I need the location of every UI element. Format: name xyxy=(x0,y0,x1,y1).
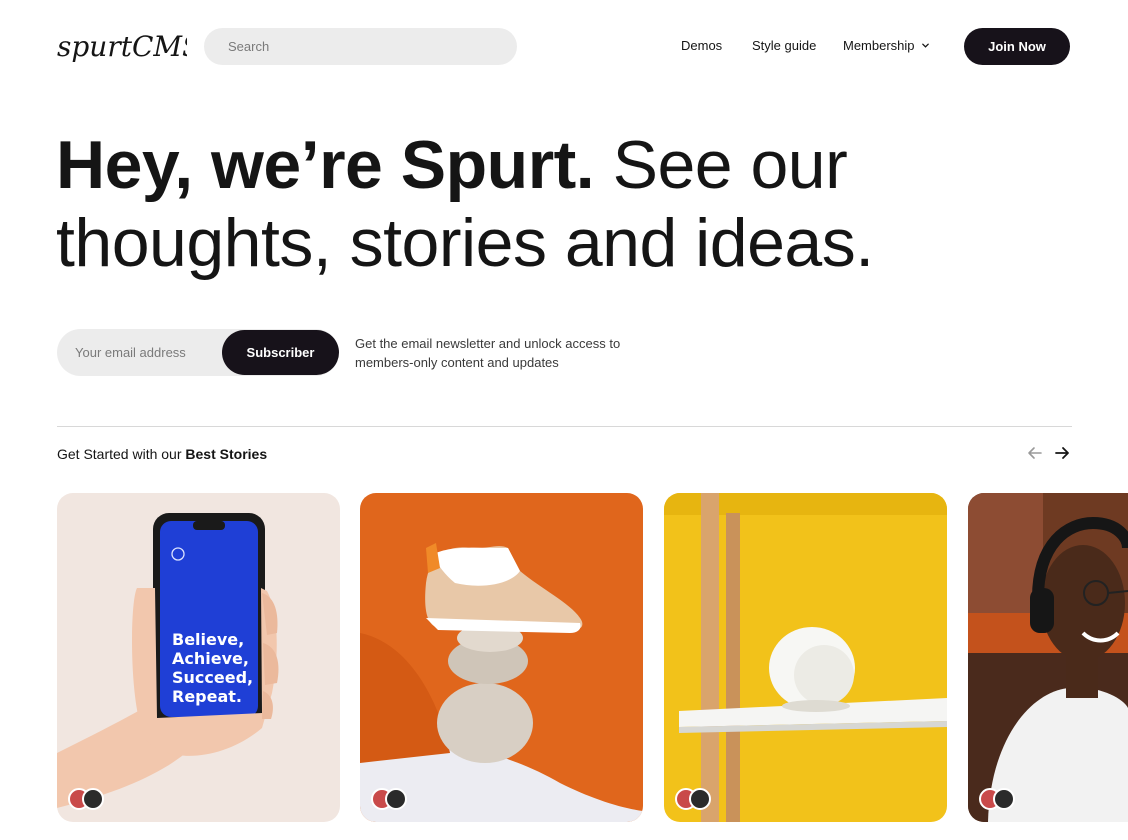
svg-text:Achieve,: Achieve, xyxy=(172,649,249,668)
story-card[interactable]: Believe, Achieve, Succeed, Repeat. xyxy=(57,493,340,822)
nav-demos[interactable]: Demos xyxy=(681,38,722,53)
best-stories-prefix: Get Started with our xyxy=(57,446,186,462)
nav-membership-label: Membership xyxy=(843,38,915,53)
story-image-phone: Believe, Achieve, Succeed, Repeat. xyxy=(57,493,340,822)
logo-text: spurtCMS xyxy=(57,30,187,63)
story-card[interactable] xyxy=(968,493,1128,822)
arrow-right-icon[interactable] xyxy=(1053,444,1071,462)
nav-style-guide[interactable]: Style guide xyxy=(752,38,816,53)
author-avatars xyxy=(675,788,713,810)
phone-screen-text: Believe, Achieve, Succeed, Repeat. xyxy=(172,630,253,706)
hero-heading: Hey, we’re Spurt. See our thoughts, stor… xyxy=(56,126,956,282)
story-card[interactable] xyxy=(360,493,643,822)
best-stories-title: Get Started with our Best Stories xyxy=(57,446,267,462)
svg-text:Succeed,: Succeed, xyxy=(172,668,253,687)
hero-bold-text: Hey, we’re Spurt. xyxy=(56,127,595,203)
avatar xyxy=(82,788,104,810)
site-header: spurtCMS Demos Style guide Membership Jo… xyxy=(0,0,1128,92)
search-input[interactable] xyxy=(204,28,517,65)
email-input[interactable] xyxy=(57,329,222,376)
newsletter-note: Get the email newsletter and unlock acce… xyxy=(355,336,621,370)
chevron-down-icon xyxy=(921,43,929,48)
best-stories-bold: Best Stories xyxy=(185,446,268,462)
nav-membership[interactable]: Membership xyxy=(843,38,930,53)
section-divider xyxy=(57,426,1072,427)
story-image-headphones xyxy=(968,493,1128,822)
avatar xyxy=(385,788,407,810)
avatar xyxy=(689,788,711,810)
avatar xyxy=(993,788,1015,810)
subscribe-form: Subscriber xyxy=(57,329,339,376)
subscriber-button[interactable]: Subscriber xyxy=(222,330,339,375)
author-avatars xyxy=(68,788,106,810)
story-image-lamp xyxy=(664,493,947,822)
join-now-button[interactable]: Join Now xyxy=(964,28,1070,65)
spurtcms-logo[interactable]: spurtCMS xyxy=(57,28,187,66)
arrow-left-icon[interactable] xyxy=(1026,444,1044,462)
author-avatars xyxy=(979,788,1017,810)
svg-text:Believe,: Believe, xyxy=(172,630,244,649)
story-card[interactable] xyxy=(664,493,947,822)
svg-text:Repeat.: Repeat. xyxy=(172,687,242,706)
author-avatars xyxy=(371,788,409,810)
story-image-sneaker xyxy=(360,493,643,822)
